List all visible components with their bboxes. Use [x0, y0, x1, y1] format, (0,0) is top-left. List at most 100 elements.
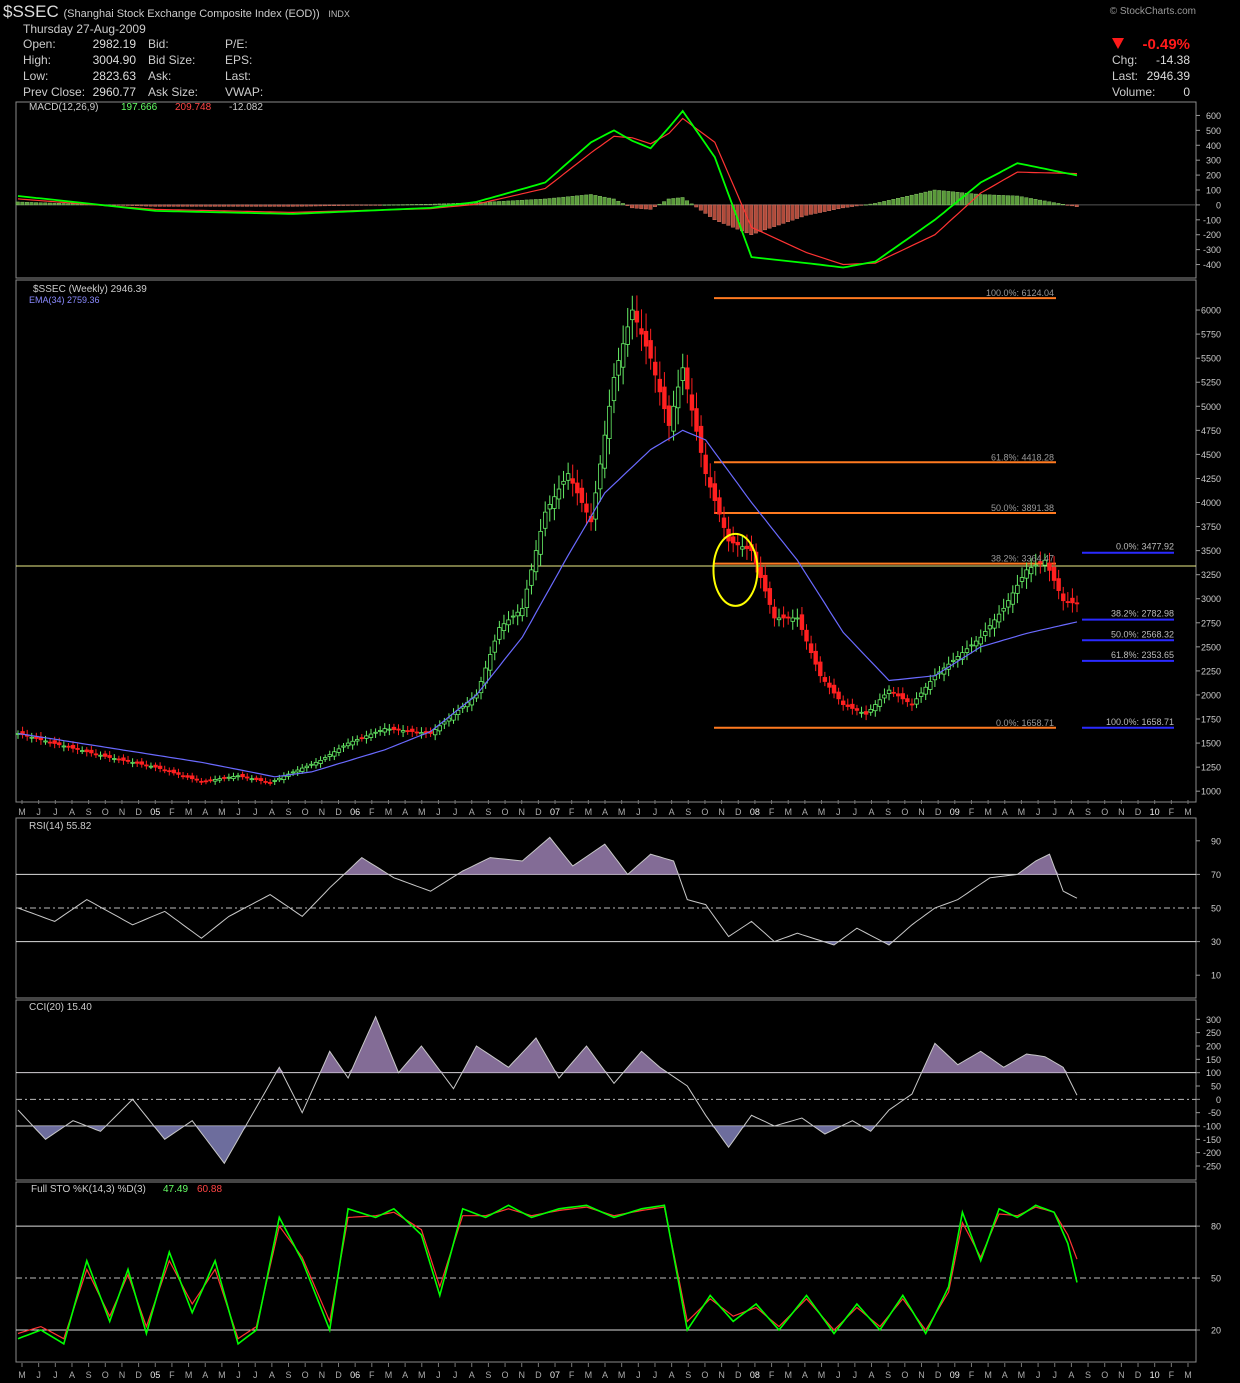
candle-body [900, 693, 905, 700]
x-axis-label: O [502, 807, 509, 817]
macd-histogram-bar [34, 202, 39, 206]
macd-histogram-bar [689, 203, 694, 206]
macd-histogram-bar [721, 204, 726, 224]
x-axis-label: M [784, 807, 792, 817]
x-axis-label: J [436, 807, 441, 817]
macd-histogram-bar [405, 204, 410, 206]
candle-body [625, 326, 630, 345]
candle-body [313, 761, 319, 766]
x-axis-label: S [1085, 807, 1091, 817]
candle-body [432, 729, 438, 736]
x-axis-label: N [319, 1370, 326, 1380]
candle-body [579, 487, 585, 503]
candle-body [345, 742, 351, 747]
cci-panel-frame [15, 999, 1197, 1181]
macd-histogram-bar [886, 200, 891, 206]
x-axis-label: A [869, 807, 875, 817]
x-axis-label: S [286, 1370, 292, 1380]
candle-body [212, 779, 218, 782]
macd-histogram-bar [1001, 195, 1006, 206]
candle-body [336, 748, 342, 753]
price-legend: $SSEC (Weekly) 2946.39 [33, 284, 147, 295]
x-axis-label: N [718, 807, 725, 817]
candle-body [987, 625, 993, 630]
candle-body [437, 725, 442, 732]
macd-histogram-bar [231, 204, 236, 207]
x-axis-label: 08 [750, 1370, 760, 1380]
macd-histogram-bar [813, 204, 818, 214]
macd-histogram-bar [758, 204, 763, 232]
macd-histogram-bar [648, 204, 653, 210]
cci-tick-label: 100 [1206, 1068, 1221, 1078]
candle-body [854, 708, 860, 711]
macd-histogram-bar [277, 204, 282, 207]
x-axis-label: 09 [950, 807, 960, 817]
candle-body [666, 405, 672, 426]
x-axis-label: M [618, 807, 626, 817]
candle-body [309, 763, 314, 766]
macd-tick-label: 200 [1206, 171, 1221, 181]
candle-body [350, 740, 355, 746]
macd-histogram-bar [70, 203, 75, 206]
candle-body [267, 782, 273, 784]
macd-histogram-bar [1042, 200, 1047, 206]
candle-body [235, 775, 241, 778]
macd-histogram-bar [946, 191, 951, 206]
candle-body [671, 405, 676, 432]
candle-body [199, 780, 204, 783]
macd-histogram-bar [607, 197, 612, 206]
candle-body [226, 776, 232, 779]
candle-body [208, 779, 213, 782]
candle-body [75, 748, 80, 750]
candle-body [501, 623, 507, 631]
candle-body [318, 759, 323, 764]
macd-histogram-bar [309, 204, 314, 207]
macd-histogram-bar [675, 197, 680, 206]
macd-histogram-bar [698, 204, 703, 211]
x-axis-label: F [369, 807, 375, 817]
macd-histogram-bar [1010, 195, 1015, 206]
x-axis-label: J [853, 1370, 858, 1380]
candle-body [231, 776, 236, 779]
candle-body [300, 767, 305, 772]
x-axis-label: M [218, 1370, 226, 1380]
x-axis-label: S [685, 1370, 691, 1380]
x-axis-label: A [869, 1370, 875, 1380]
macd-histogram-bar [167, 204, 171, 207]
candle-body [533, 550, 539, 573]
cci-tick-label: 300 [1206, 1015, 1221, 1025]
macd-histogram-bar [410, 204, 414, 206]
candle-body [249, 778, 255, 781]
cci-tick-label: 250 [1206, 1028, 1221, 1038]
candle-body [396, 728, 401, 731]
macd-histogram-bar [868, 203, 873, 206]
candle-body [529, 569, 534, 586]
macd-histogram-bar [680, 197, 685, 206]
macd-histogram-bar [61, 203, 66, 206]
x-axis-label: N [319, 807, 326, 817]
x-axis-label: J [836, 1370, 841, 1380]
price-tick-label: 5750 [1201, 330, 1221, 340]
x-axis-label: N [1118, 1370, 1125, 1380]
macd-histogram-bar [501, 200, 506, 206]
macd-histogram-bar [24, 202, 29, 206]
candle-body [886, 689, 892, 695]
macd-histogram-bar [345, 204, 350, 206]
x-axis-label: A [469, 807, 475, 817]
macd-histogram-bar [882, 201, 887, 206]
macd-histogram-bar [414, 204, 419, 206]
macd-histogram-bar [795, 204, 800, 219]
rsi-legend: RSI(14) 55.82 [29, 821, 92, 832]
candle-body [840, 700, 846, 705]
macd-legend-value-2: 209.748 [175, 102, 212, 113]
macd-histogram-bar [831, 204, 836, 210]
candle-body [598, 463, 603, 490]
x-axis-label: J [253, 807, 258, 817]
macd-histogram-bar [552, 197, 557, 206]
candle-body [107, 755, 112, 758]
x-axis-label: F [769, 1370, 775, 1380]
macd-histogram-bar [38, 202, 43, 206]
macd-histogram-bar [267, 204, 272, 207]
macd-histogram-bar [905, 195, 910, 206]
macd-legend: MACD(12,26,9) [29, 102, 98, 113]
